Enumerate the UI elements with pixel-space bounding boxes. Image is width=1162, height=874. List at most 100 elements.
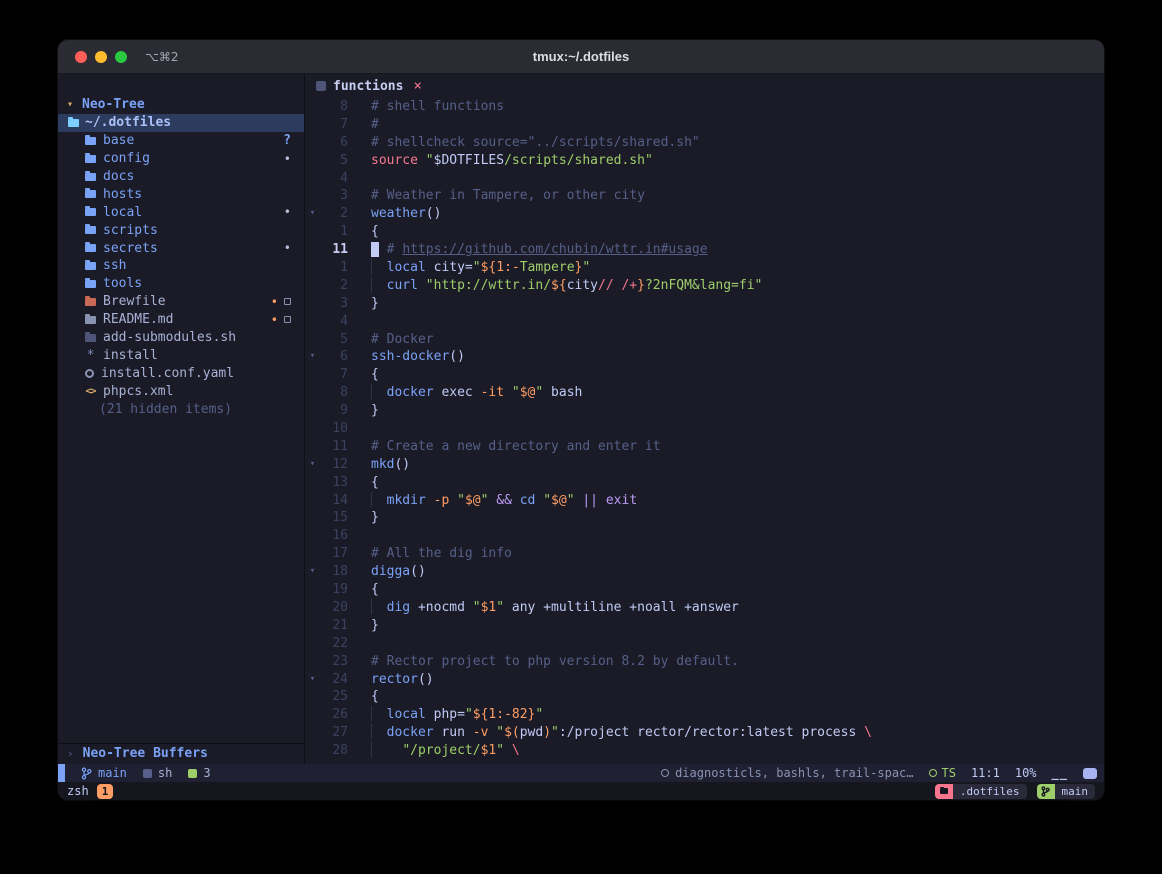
fold-marker-icon[interactable]: ▾ [305, 348, 320, 366]
tree-item-Brewfile[interactable]: Brewfile• [58, 293, 304, 311]
tree-item-scripts[interactable]: scripts [58, 221, 304, 239]
code-line[interactable]: 2▏ curl "http://wttr.in/${city// /+}?2nF… [305, 277, 1104, 295]
code-line[interactable]: 21} [305, 617, 1104, 635]
code-line[interactable]: 4 [305, 313, 1104, 331]
code-line[interactable]: 6# shellcheck source="../scripts/shared.… [305, 134, 1104, 152]
tree-item-install[interactable]: *install [58, 346, 304, 364]
code-line[interactable]: 17# All the dig info [305, 545, 1104, 563]
code-line[interactable]: 26▏ local php="${1:-82}" [305, 706, 1104, 724]
code-line[interactable]: 23# Rector project to php version 8.2 by… [305, 653, 1104, 671]
close-window-button[interactable] [75, 51, 87, 63]
code-line[interactable]: ▾6ssh-docker() [305, 348, 1104, 366]
file-type-icon-star: * [85, 348, 96, 363]
code-token: local [387, 707, 426, 722]
tab-close-icon[interactable]: × [413, 78, 421, 94]
tree-item-docs[interactable]: docs [58, 168, 304, 186]
fold-column [305, 98, 320, 116]
indent-guide: ▏ [371, 600, 379, 615]
chevron-down-icon: ▾ [67, 99, 73, 110]
line-number: 2 [320, 277, 348, 295]
fold-marker-icon[interactable]: ▾ [305, 563, 320, 581]
tree-item-README.md[interactable]: README.md• [58, 311, 304, 329]
link-url[interactable]: https://github.com/chubin/wttr.in#usage [402, 242, 707, 257]
code-token: () [426, 206, 442, 221]
tree-item-tools[interactable]: tools [58, 275, 304, 293]
git-status-unstaged-icon [284, 316, 291, 323]
branch-label: main [98, 766, 127, 780]
code-line[interactable]: 4 [305, 170, 1104, 188]
code-line[interactable]: 9} [305, 402, 1104, 420]
tree-root-dotfiles[interactable]: ~/.dotfiles [58, 114, 304, 132]
tree-item-hosts[interactable]: hosts [58, 185, 304, 203]
code-line[interactable]: 3} [305, 295, 1104, 313]
zoom-window-button[interactable] [115, 51, 127, 63]
tree-item-phpcs.xml[interactable]: <>phpcs.xml [58, 382, 304, 400]
code-token: # Docker [371, 332, 434, 347]
code-line[interactable]: 22 [305, 635, 1104, 653]
code-line[interactable]: ▾18digga() [305, 563, 1104, 581]
tmux-status-bar: zsh 1 .dotfiles main [58, 782, 1104, 800]
code-line[interactable]: 5# Docker [305, 331, 1104, 349]
code-text: # Weather in Tampere, or other city [348, 187, 645, 205]
code-line[interactable]: 27▏ docker run -v "$(pwd)":/project rect… [305, 724, 1104, 742]
code-line[interactable]: 3# Weather in Tampere, or other city [305, 187, 1104, 205]
code-line[interactable]: 14▏ mkdir -p "$@" && cd "$@" || exit [305, 492, 1104, 510]
code-line[interactable]: 25{ [305, 688, 1104, 706]
neo-tree-header[interactable]: ▾ Neo-Tree [58, 96, 304, 114]
code-line[interactable]: 1▏ local city="${1:-Tampere}" [305, 259, 1104, 277]
tmux-window-index-badge[interactable]: 1 [97, 784, 114, 799]
code-token: { [371, 224, 379, 239]
code-line[interactable]: 20▏ dig +nocmd "$1" any +multiline +noal… [305, 599, 1104, 617]
tree-item-local[interactable]: local• [58, 203, 304, 221]
git-status-modified-dot-icon: • [284, 153, 291, 165]
tree-item-secrets[interactable]: secrets• [58, 239, 304, 257]
code-line[interactable]: 7{ [305, 366, 1104, 384]
code-line[interactable]: 13{ [305, 474, 1104, 492]
neo-tree-buffers-header[interactable]: › Neo-Tree Buffers [58, 743, 304, 763]
code-line[interactable]: 15} [305, 509, 1104, 527]
tree-item-ssh[interactable]: ssh [58, 257, 304, 275]
code-line[interactable]: 8▏ docker exec -it "$@" bash [305, 384, 1104, 402]
code-token: run [434, 725, 473, 740]
code-line[interactable]: 5source "$DOTFILES/scripts/shared.sh" [305, 152, 1104, 170]
code-line[interactable]: 7# [305, 116, 1104, 134]
code-token: php= [426, 707, 465, 722]
minimize-window-button[interactable] [95, 51, 107, 63]
code-line[interactable]: ▾2weather() [305, 205, 1104, 223]
code-text [348, 313, 371, 331]
line-number: 10 [320, 420, 348, 438]
code-line[interactable]: ▾12mkd() [305, 456, 1104, 474]
code-text [348, 635, 371, 653]
code-line[interactable]: 11# Create a new directory and enter it [305, 438, 1104, 456]
fold-marker-icon[interactable]: ▾ [305, 456, 320, 474]
tmux-window-name[interactable]: zsh [67, 784, 89, 798]
tree-item-add-submodules.sh[interactable]: add-submodules.sh [58, 329, 304, 347]
line-number: 6 [320, 348, 348, 366]
fold-marker-icon[interactable]: ▾ [305, 671, 320, 689]
code-line[interactable]: 16 [305, 527, 1104, 545]
code-line[interactable]: 1{ [305, 223, 1104, 241]
code-text [348, 527, 371, 545]
code-line[interactable]: 8# shell functions [305, 98, 1104, 116]
tree-item-install.conf.yaml[interactable]: install.conf.yaml [58, 364, 304, 382]
scrollbar-thumb[interactable] [1083, 768, 1097, 779]
code-token: ssh-docker [371, 349, 449, 364]
code-text: ▏ docker exec -it "$@" bash [348, 384, 582, 402]
tree-item-config[interactable]: config• [58, 150, 304, 168]
treesitter-label: TS [942, 766, 956, 780]
git-status-badges: • [271, 296, 291, 308]
code-text: } [348, 509, 379, 527]
tree-item-base[interactable]: base? [58, 132, 304, 150]
fold-marker-icon[interactable]: ▾ [305, 205, 320, 223]
code-token [426, 493, 434, 508]
code-text: ▏ mkdir -p "$@" && cd "$@" || exit [348, 492, 637, 510]
code-line[interactable]: 19{ [305, 581, 1104, 599]
code-line[interactable]: 10 [305, 420, 1104, 438]
indent-guide: ▏ [371, 743, 379, 758]
code-line-current[interactable]: 11 # https://github.com/chubin/wttr.in#u… [305, 241, 1104, 259]
code-line[interactable]: ▾24rector() [305, 671, 1104, 689]
tab-functions[interactable]: functions × [316, 78, 422, 94]
code-line[interactable]: 28▏ "/project/$1" \ [305, 742, 1104, 760]
code-token: " [473, 600, 481, 615]
code-token: { [371, 475, 379, 490]
